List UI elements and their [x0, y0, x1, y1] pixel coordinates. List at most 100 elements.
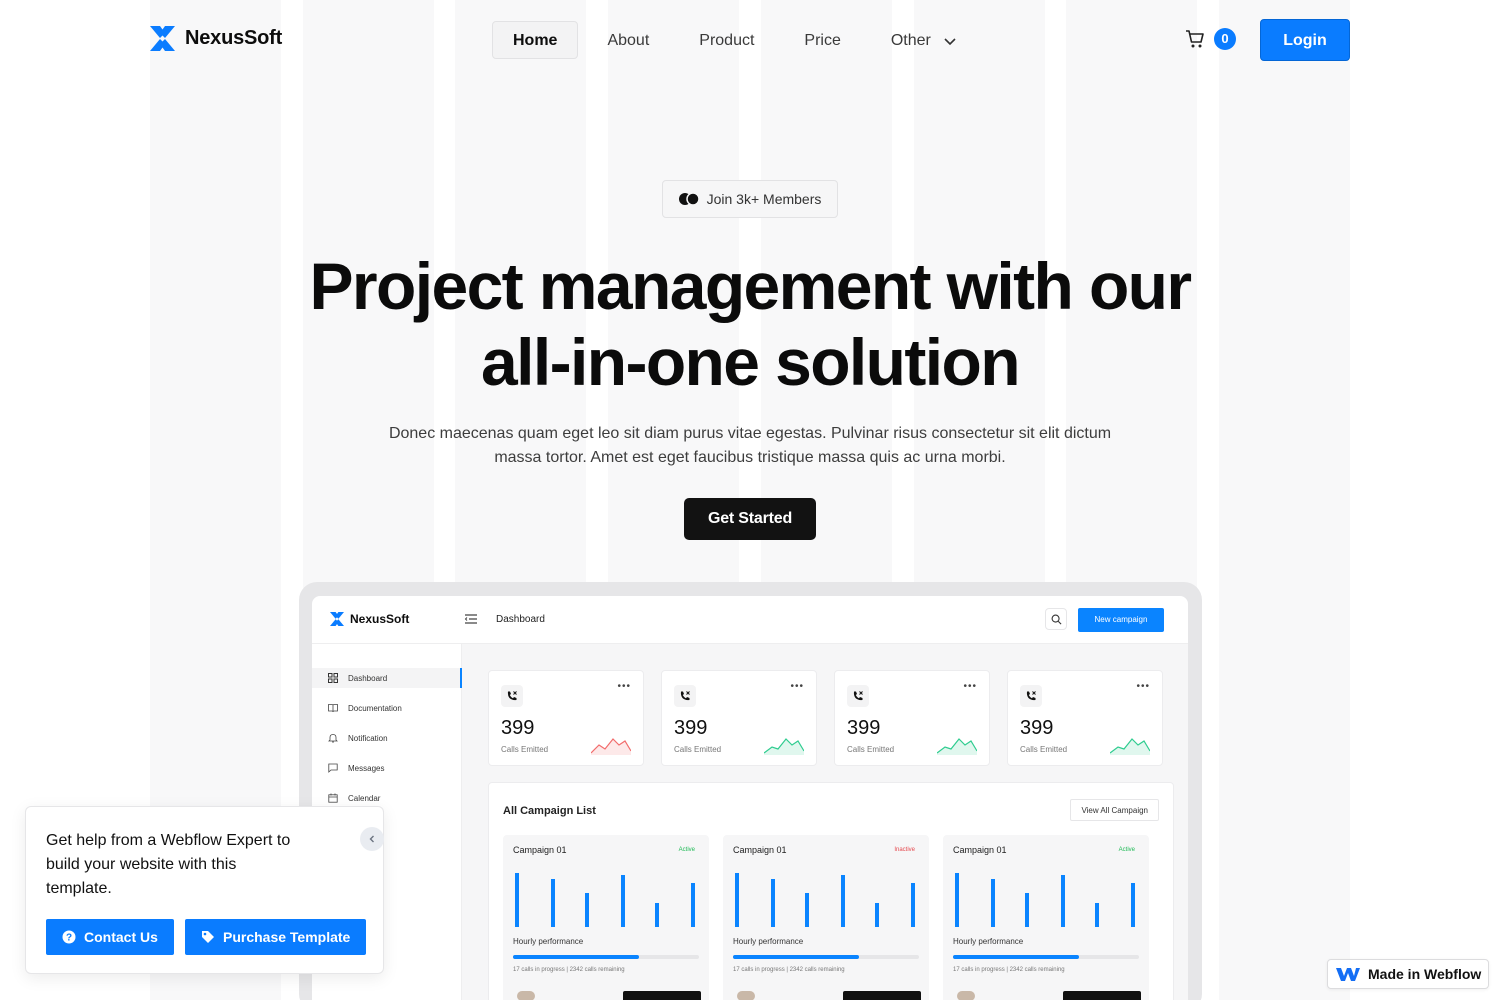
- dashboard-search-button[interactable]: [1045, 608, 1067, 630]
- sidebar-item-calendar[interactable]: Calendar: [328, 788, 380, 808]
- dashboard-preview: NexusSoft Dashboard New campaign Dashboa…: [312, 596, 1188, 1000]
- calls-progress-note: 17 calls in progress | 2342 calls remain…: [733, 967, 845, 973]
- top-nav: NexusSoft Home About Product Price Other…: [0, 0, 1500, 80]
- cart-count-badge: 0: [1214, 28, 1236, 50]
- nav-about[interactable]: About: [586, 21, 670, 59]
- members-badge-text: Join 3k+ Members: [706, 191, 822, 207]
- made-in-webflow-label: Made in Webflow: [1368, 966, 1482, 982]
- login-button[interactable]: Login: [1260, 19, 1350, 61]
- sidebar-item-label: Dashboard: [348, 673, 388, 683]
- calls-progress-note: 17 calls in progress | 2342 calls remain…: [513, 967, 625, 973]
- stat-card: ••• 399 Calls Emitted: [661, 670, 817, 766]
- campaign-action-button[interactable]: [623, 991, 701, 1000]
- hero-section: Join 3k+ Members Project management with…: [0, 180, 1500, 540]
- calls-progress-note: 17 calls in progress | 2342 calls remain…: [953, 967, 1065, 973]
- avatar-group: [517, 991, 535, 1000]
- phone-call-icon: [674, 685, 696, 707]
- progress-fill: [513, 955, 640, 959]
- hero-description: Donec maecenas quam eget leo sit diam pu…: [388, 425, 1112, 466]
- performance-progress-bar: [513, 955, 699, 959]
- trend-sparkline: [591, 738, 631, 755]
- nav-other-label: Other: [890, 32, 931, 49]
- avatar-group: [737, 991, 755, 1000]
- stat-card: ••• 399 Calls Emitted: [488, 670, 644, 766]
- phone-call-icon: [847, 685, 869, 707]
- nav-home[interactable]: Home: [492, 21, 579, 59]
- stat-card: ••• 399 Calls Emitted: [1007, 670, 1163, 766]
- chevron-down-icon: [944, 38, 956, 45]
- campaign-card[interactable]: Campaign 01 Inactive Hourly performance …: [723, 835, 929, 1000]
- question-circle-icon: ?: [62, 930, 76, 944]
- dashboard-main: ••• 399 Calls Emitted ••• 399 Calls Emit…: [462, 644, 1188, 1000]
- get-started-button[interactable]: Get Started: [684, 498, 816, 540]
- dashboard-topbar: NexusSoft Dashboard New campaign: [312, 596, 1188, 644]
- campaign-status-badge: Active: [678, 847, 695, 853]
- more-options-icon[interactable]: •••: [617, 681, 631, 692]
- avatar-group: [957, 991, 975, 1000]
- campaign-action-button[interactable]: [1063, 991, 1141, 1000]
- phone-call-icon: [1020, 685, 1042, 707]
- nexussoft-logo-icon: [150, 26, 175, 51]
- sidebar-item-messages[interactable]: Messages: [328, 758, 384, 778]
- sidebar-item-notification[interactable]: Notification: [328, 728, 388, 748]
- performance-label: Hourly performance: [733, 937, 804, 946]
- campaign-card[interactable]: Campaign 01 Active Hourly performance 17…: [503, 835, 709, 1000]
- campaign-name: Campaign 01: [733, 845, 787, 855]
- nav-other-dropdown[interactable]: Other: [870, 21, 978, 59]
- message-icon: [328, 763, 338, 773]
- stat-label: Calls Emitted: [674, 745, 722, 754]
- book-icon: [328, 704, 338, 713]
- sidebar-item-label: Notification: [348, 733, 388, 743]
- stat-label: Calls Emitted: [1020, 745, 1068, 754]
- hourly-bars-chart: [735, 873, 915, 927]
- stat-card: ••• 399 Calls Emitted: [834, 670, 990, 766]
- nav-product[interactable]: Product: [678, 21, 775, 59]
- chevron-left-icon: [369, 835, 374, 843]
- trend-sparkline: [1110, 738, 1150, 755]
- more-options-icon[interactable]: •••: [963, 681, 977, 692]
- cart-button[interactable]: 0: [1184, 28, 1236, 50]
- new-campaign-button[interactable]: New campaign: [1078, 608, 1164, 632]
- view-all-campaign-button[interactable]: View All Campaign: [1070, 799, 1159, 821]
- members-avatars-icon: [678, 192, 699, 206]
- menu-toggle-icon[interactable]: [464, 612, 478, 626]
- stat-label: Calls Emitted: [847, 745, 895, 754]
- campaign-name: Campaign 01: [953, 845, 1007, 855]
- dashboard-breadcrumb: Dashboard: [496, 614, 545, 625]
- purchase-template-label: Purchase Template: [223, 929, 351, 945]
- progress-fill: [953, 955, 1080, 959]
- nav-price[interactable]: Price: [783, 21, 861, 59]
- more-options-icon[interactable]: •••: [790, 681, 804, 692]
- performance-progress-bar: [953, 955, 1139, 959]
- bell-icon: [328, 734, 338, 743]
- stat-value: 399: [501, 717, 535, 739]
- dashboard-preview-frame: NexusSoft Dashboard New campaign Dashboa…: [299, 582, 1202, 1000]
- calendar-icon: [328, 793, 338, 803]
- performance-progress-bar: [733, 955, 919, 959]
- main-menu: Home About Product Price Other: [492, 21, 986, 59]
- collapse-help-button[interactable]: [360, 827, 384, 851]
- help-text: Get help from a Webflow Expert to build …: [46, 832, 291, 897]
- contact-us-button[interactable]: ? Contact Us: [46, 919, 174, 955]
- brand-logo-link[interactable]: NexusSoft: [150, 26, 282, 51]
- trend-sparkline: [764, 738, 804, 755]
- campaign-card[interactable]: Campaign 01 Active Hourly performance 17…: [943, 835, 1149, 1000]
- campaign-action-button[interactable]: [843, 991, 921, 1000]
- sidebar-item-dashboard[interactable]: Dashboard: [312, 668, 462, 688]
- sidebar-item-documentation[interactable]: Documentation: [328, 698, 402, 718]
- sidebar-item-label: Documentation: [348, 703, 402, 713]
- campaign-list-title: All Campaign List: [503, 805, 596, 817]
- dashboard-brand: NexusSoft: [330, 612, 409, 626]
- grid-icon: [328, 673, 338, 683]
- search-icon: [1051, 614, 1061, 624]
- campaign-status-badge: Inactive: [894, 847, 915, 853]
- campaign-list-panel: All Campaign List View All Campaign Camp…: [488, 782, 1174, 1000]
- hourly-bars-chart: [515, 873, 695, 927]
- stat-label: Calls Emitted: [501, 745, 549, 754]
- campaign-status-badge: Active: [1118, 847, 1135, 853]
- made-in-webflow-badge[interactable]: Made in Webflow: [1327, 959, 1489, 989]
- contact-us-label: Contact Us: [84, 929, 158, 945]
- more-options-icon[interactable]: •••: [1136, 681, 1150, 692]
- members-badge: Join 3k+ Members: [661, 180, 839, 218]
- purchase-template-button[interactable]: Purchase Template: [185, 919, 367, 955]
